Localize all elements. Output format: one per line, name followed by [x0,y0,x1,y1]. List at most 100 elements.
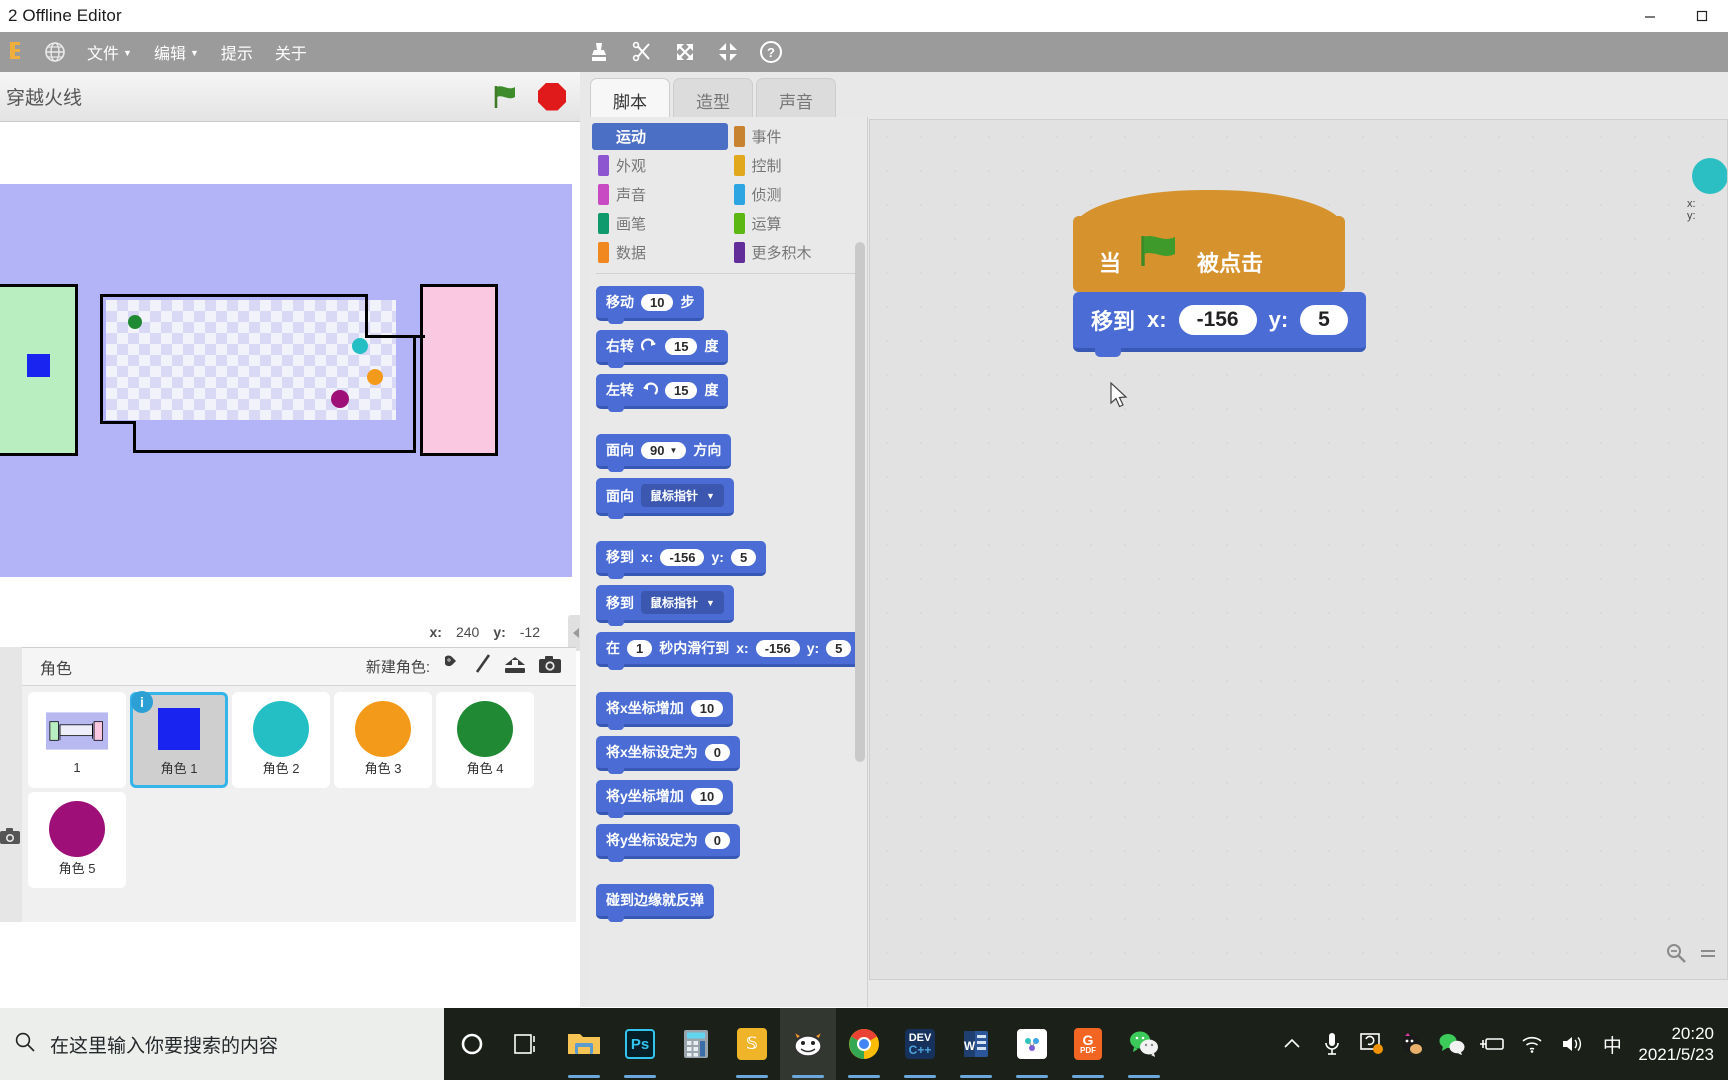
chevron-up-icon[interactable] [1272,1008,1312,1080]
category-sound[interactable]: 声音 [592,181,728,208]
block-input-x[interactable]: -156 [1178,305,1257,335]
script-canvas[interactable]: 当 被点击 移到 x: -156 y: 5 x: y: [869,119,1728,980]
block-input[interactable]: 0 [704,743,731,761]
camera-icon[interactable] [0,827,22,850]
battery-icon[interactable] [1472,1008,1512,1080]
block-input[interactable]: 10 [690,699,724,717]
palette-block-set-y-to[interactable]: 将y坐标设定为 0 [596,824,741,862]
stage-sprite-5[interactable] [331,390,349,408]
screen-capture-icon[interactable] [1352,1008,1392,1080]
palette-block-glide-secs-xy[interactable]: 在 1 秒内滑行到 x: -156 y: 5 [596,632,862,670]
palette-block-point-direction[interactable]: 面向 90 ▼ 方向 [596,434,732,472]
menu-item-edit[interactable]: 编辑 ▼ [143,32,210,72]
zoom-out-icon[interactable] [1665,942,1687,969]
palette-block-go-to-xy[interactable]: 移到 x: -156 y: 5 [596,541,767,579]
ime-indicator[interactable]: 中 [1592,1031,1632,1058]
task-view-icon[interactable] [500,1008,556,1080]
block-input-y[interactable]: 5 [1300,305,1348,335]
taskbar-clock[interactable]: 20:20 2021/5/23 [1632,1023,1724,1066]
palette-block-change-y-by[interactable]: 将y坐标增加 10 [596,780,734,818]
stage-sprite-4[interactable] [128,315,142,329]
globe-icon[interactable] [34,41,76,63]
palette-block-point-towards[interactable]: 面向 鼠标指针 ▼ [596,478,734,519]
category-control[interactable]: 控制 [728,152,864,179]
palette-block-turn-left[interactable]: 左转 15 度 [596,374,729,412]
wechat-tray-icon[interactable] [1432,1008,1472,1080]
category-motion[interactable]: 运动 [592,123,728,150]
block-input[interactable]: 10 [690,787,724,805]
category-more-blocks[interactable]: 更多积木 [728,239,864,266]
zoom-reset-icon[interactable] [1699,945,1717,966]
file-explorer-icon[interactable] [556,1008,612,1080]
block-dropdown-input[interactable]: 鼠标指针 ▼ [641,591,724,614]
pdf-icon[interactable]: G PDF [1060,1008,1116,1080]
list-item[interactable]: 角色 5 [28,792,126,888]
palette-block-change-x-by[interactable]: 将x坐标增加 10 [596,692,734,730]
block-input[interactable]: 10 [641,293,674,311]
word-icon[interactable]: W [948,1008,1004,1080]
category-sensing[interactable]: 侦测 [728,181,864,208]
script-block-go-to-xy[interactable]: 移到 x: -156 y: 5 [1073,292,1366,357]
sprite-library-icon[interactable] [441,654,463,679]
help-icon[interactable]: ? [758,39,784,65]
block-input[interactable]: 1 [627,639,653,657]
stop-sign-icon[interactable] [538,82,566,111]
menu-item-file[interactable]: 文件 ▼ [76,32,143,72]
category-looks[interactable]: 外观 [592,152,728,179]
list-item[interactable]: 角色 2 [232,692,330,788]
palette-block-set-x-to[interactable]: 将x坐标设定为 0 [596,736,741,774]
menu-item-about[interactable]: 关于 [264,32,318,72]
calculator-icon[interactable] [668,1008,724,1080]
upload-icon[interactable] [503,654,527,679]
baidu-netdisk-icon[interactable] [1004,1008,1060,1080]
palette-block-turn-right[interactable]: 右转 15 度 [596,330,729,368]
block-input[interactable]: 0 [704,831,731,849]
block-input[interactable]: 5 [826,639,852,657]
palette-scrollbar[interactable] [855,242,865,762]
scissors-icon[interactable] [629,39,655,65]
palette-block-move-steps[interactable]: 移动 10 步 [596,286,705,324]
volume-icon[interactable] [1552,1008,1592,1080]
block-dropdown-input[interactable]: 90 ▼ [641,441,687,459]
paint-brush-icon[interactable] [474,653,492,680]
green-flag-icon[interactable] [490,82,520,112]
chrome-icon[interactable] [836,1008,892,1080]
search-input[interactable]: 在这里输入你要搜索的内容 [0,1008,444,1080]
scratch-icon[interactable] [780,1008,836,1080]
info-icon[interactable]: i [131,691,153,713]
block-input[interactable]: 5 [730,548,757,566]
qq-icon[interactable] [1392,1008,1432,1080]
list-item[interactable]: i 角色 1 [130,691,228,788]
list-item[interactable]: 角色 3 [334,692,432,788]
cortana-icon[interactable] [444,1008,500,1080]
stage-canvas[interactable] [0,184,572,577]
palette-block-list[interactable]: 移动 10 步 右转 15 度 左转 15 度 面向 90 ▼ 方向 面向 鼠标… [588,269,867,1007]
microphone-icon[interactable] [1312,1008,1352,1080]
list-item[interactable]: 1 [28,692,126,788]
wifi-icon[interactable] [1512,1008,1552,1080]
block-input[interactable]: -156 [660,548,705,566]
block-input[interactable]: 15 [665,337,698,355]
block-dropdown-input[interactable]: 鼠标指针 ▼ [641,484,724,507]
shrink-icon[interactable] [715,39,741,65]
photoshop-icon[interactable]: Ps [612,1008,668,1080]
maximize-icon[interactable] [1676,0,1728,32]
everything-icon[interactable]: 𝕊 [724,1008,780,1080]
list-item[interactable]: 角色 4 [436,692,534,788]
palette-block-go-to-target[interactable]: 移到 鼠标指针 ▼ [596,585,734,626]
stamp-icon[interactable] [586,39,612,65]
category-data[interactable]: 数据 [592,239,728,266]
stage-sprite-3[interactable] [367,369,383,385]
camera-icon[interactable] [538,655,562,679]
wechat-icon[interactable] [1116,1008,1172,1080]
menu-item-tips[interactable]: 提示 [210,32,264,72]
stage-sprite-1[interactable] [27,354,50,377]
script-block-when-flag-clicked[interactable]: 当 被点击 [1073,190,1345,292]
category-operators[interactable]: 运算 [728,210,864,237]
palette-block-if-on-edge-bounce[interactable]: 碰到边缘就反弹 [596,884,714,922]
category-events[interactable]: 事件 [728,123,864,150]
minimize-icon[interactable] [1624,0,1676,32]
category-pen[interactable]: 画笔 [592,210,728,237]
grow-icon[interactable] [672,39,698,65]
block-input[interactable]: 15 [665,381,698,399]
